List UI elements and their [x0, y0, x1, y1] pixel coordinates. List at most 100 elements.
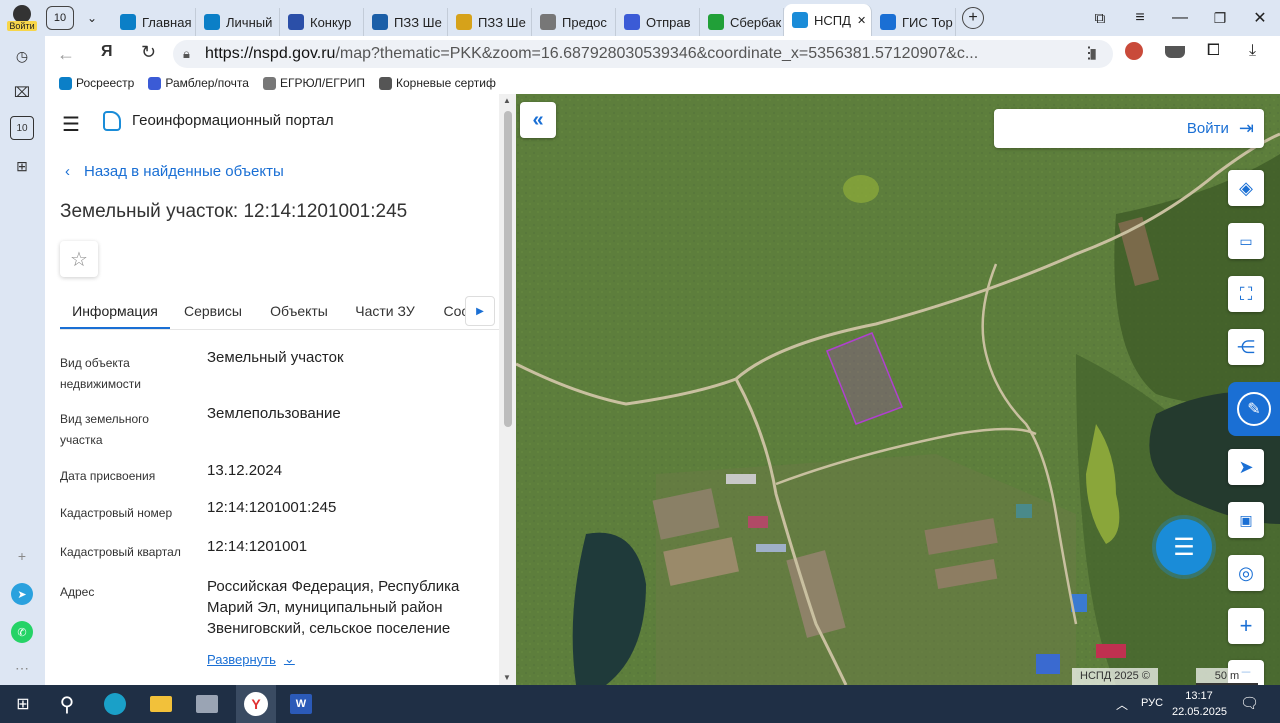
edge-icon[interactable] — [100, 689, 130, 719]
tab-label: ПЗЗ Ше — [478, 14, 526, 30]
share-button[interactable]: ⋲ — [1228, 329, 1264, 365]
draw-icon: ✎ — [1237, 392, 1271, 426]
tab-label: ПЗЗ Ше — [394, 14, 442, 30]
bookmark-item[interactable]: Росреестр — [59, 76, 134, 90]
clock[interactable]: 13:17 22.05.2025 — [1172, 688, 1227, 720]
protect-icon[interactable] — [1165, 46, 1185, 58]
restore-button[interactable]: ❐ — [1200, 10, 1240, 27]
attribute-label: Адрес — [60, 582, 94, 603]
draw-panel-button[interactable]: ✎ — [1228, 382, 1280, 436]
browser-tab[interactable]: ГИС Тор — [872, 8, 956, 36]
browser-tab[interactable]: Личный — [196, 8, 280, 36]
apps-grid-icon[interactable]: ⊞ — [10, 154, 34, 178]
telegram-icon[interactable]: ➤ — [10, 582, 34, 606]
tabs-scroll-right-button[interactable]: ▶ — [465, 296, 495, 326]
search-location-button[interactable]: ◎ — [1228, 555, 1264, 591]
attribute-label: Кадастровый квартал — [60, 542, 181, 563]
zoom-in-button[interactable]: + — [1228, 608, 1264, 644]
document-icon — [456, 14, 472, 30]
scrollbar-thumb[interactable] — [504, 111, 512, 427]
print-button[interactable]: ▣ — [1228, 502, 1264, 538]
layers-button[interactable]: ◈ — [1228, 170, 1264, 206]
object-info-panel: ☰ Геоинформационный портал ‹ Назад в найд… — [45, 94, 516, 685]
browser-tab[interactable]: Конкур — [280, 8, 364, 36]
emblem-icon — [379, 76, 393, 90]
screenshot-icon[interactable]: ⌧ — [10, 80, 34, 104]
hamburger-menu-icon[interactable]: ☰ — [62, 112, 80, 137]
attribute-label-line: недвижимости — [60, 377, 141, 391]
history-icon[interactable]: ◷ — [10, 44, 34, 68]
map-login-button[interactable]: Войти ⇥ — [994, 109, 1264, 148]
minimize-button[interactable]: — — [1160, 9, 1200, 27]
back-arrow-icon[interactable]: ← — [57, 44, 75, 65]
tab-2[interactable]: Объекты — [256, 294, 342, 329]
back-to-results-link[interactable]: ‹ Назад в найденные объекты — [65, 163, 284, 180]
language-indicator[interactable]: РУС — [1141, 697, 1163, 709]
tab-0[interactable]: Информация — [60, 294, 170, 329]
menu-icon[interactable]: ≡ — [1120, 9, 1160, 27]
tab-1[interactable]: Сервисы — [170, 294, 256, 329]
file-explorer-icon[interactable] — [146, 689, 176, 719]
kebab-menu-icon[interactable]: ⋮ — [1081, 43, 1097, 63]
whatsapp-icon[interactable]: ✆ — [10, 620, 34, 644]
tab-3[interactable]: Части ЗУ — [342, 294, 428, 329]
browser-tab[interactable]: Предос — [532, 8, 616, 36]
bookmark-item[interactable]: Рамблер/почта — [148, 76, 249, 90]
expand-link[interactable]: Развернуть ⌄ — [207, 651, 295, 667]
tab-label: Сбербак — [730, 14, 782, 30]
tray-chevron-up-icon[interactable]: ︿ — [1116, 696, 1128, 713]
browser-tab[interactable]: Сбербак — [700, 8, 784, 36]
address-input[interactable]: 🔒︎ https://nspd.gov.ru/map?thematic=PKK&… — [173, 40, 1113, 68]
new-tab-button[interactable]: + — [962, 7, 984, 29]
word-icon[interactable]: W — [286, 689, 316, 719]
chevron-down-icon: ⌄ — [283, 651, 295, 666]
locate-button[interactable]: ➤ — [1228, 449, 1264, 485]
reload-icon[interactable]: ↻ — [141, 42, 156, 63]
more-icon[interactable]: ⋯ — [10, 656, 34, 680]
yandex-browser-icon[interactable]: Y — [236, 685, 276, 723]
yandex-logo-icon[interactable]: Я — [101, 43, 113, 61]
tab-label: Главная — [142, 14, 192, 30]
favorite-star-button[interactable]: ☆ — [60, 241, 98, 277]
browser-tab[interactable]: ПЗЗ Ше — [448, 8, 532, 36]
chat-assistant-button[interactable]: ☰ — [1156, 519, 1212, 575]
select-area-button[interactable]: ⛶ — [1228, 276, 1264, 312]
notifications-icon[interactable]: 🗨︎ — [1240, 694, 1259, 712]
map-view[interactable]: « Войти⇥ ◈ ▭ ⛶ ⋲ ✎ ➤ ▣ ◎ + − ☰ НСПД 2025… — [516, 94, 1280, 685]
close-tab-icon[interactable]: ✕ — [857, 14, 866, 27]
tab-counter[interactable]: 10 — [46, 6, 74, 30]
attribute-value-line: Земельный участок — [207, 349, 344, 366]
collapse-panel-button[interactable]: « — [520, 102, 556, 138]
extension-icon[interactable] — [1125, 42, 1143, 60]
bookmarks-bar: Росреестр Рамблер/почта ЕГРЮЛ/ЕГРИП Корневы… — [45, 72, 1280, 94]
bookmark-item[interactable]: Корневые сертиф — [379, 76, 496, 90]
satellite-map — [516, 94, 1280, 685]
caret-right-icon: ▶ — [476, 305, 484, 317]
chat-icon: ☰ — [1173, 533, 1195, 561]
browser-tab[interactable]: Отправ — [616, 8, 700, 36]
attribute-label: Дата присвоения — [60, 466, 155, 487]
attribute-label: Вид объекта недвижимости — [60, 353, 141, 395]
search-icon[interactable]: ⚲ — [52, 689, 82, 719]
close-window-button[interactable]: ✕ — [1240, 8, 1280, 28]
browser-tab-bar: Войти 10 ⌄ Главная Личный Конкур ПЗЗ Ше ПЗЗ … — [0, 0, 1280, 36]
extensions-puzzle-icon[interactable]: ⧠ — [1207, 42, 1220, 60]
browser-tab[interactable]: НСПД ✕ — [784, 4, 872, 36]
bookmark-item[interactable]: ЕГРЮЛ/ЕГРИП — [262, 76, 365, 90]
windows-start-icon[interactable]: ⊞ — [8, 689, 38, 719]
download-icon[interactable]: ⤓ — [1249, 42, 1256, 60]
scroll-down-arrow-icon[interactable]: ▼ — [503, 673, 511, 682]
server-app-icon[interactable] — [192, 689, 222, 719]
tabs-counter-icon[interactable]: 10 — [10, 116, 34, 140]
scroll-up-arrow-icon[interactable]: ▲ — [503, 96, 511, 105]
attribute-value-line: Звениговский, сельское поселение — [207, 620, 451, 637]
tabs-dropdown-button[interactable]: ⌄ — [78, 6, 106, 30]
ruler-icon: ▭ — [1239, 232, 1253, 249]
ruler-button[interactable]: ▭ — [1228, 223, 1264, 259]
profile-button[interactable]: Войти — [0, 0, 44, 36]
collections-icon[interactable]: ⧉ — [1080, 10, 1120, 27]
add-icon[interactable]: + — [10, 544, 34, 568]
browser-tab[interactable]: Главная — [112, 8, 196, 36]
attribute-label: Кадастровый номер — [60, 503, 172, 524]
browser-tab[interactable]: ПЗЗ Ше — [364, 8, 448, 36]
